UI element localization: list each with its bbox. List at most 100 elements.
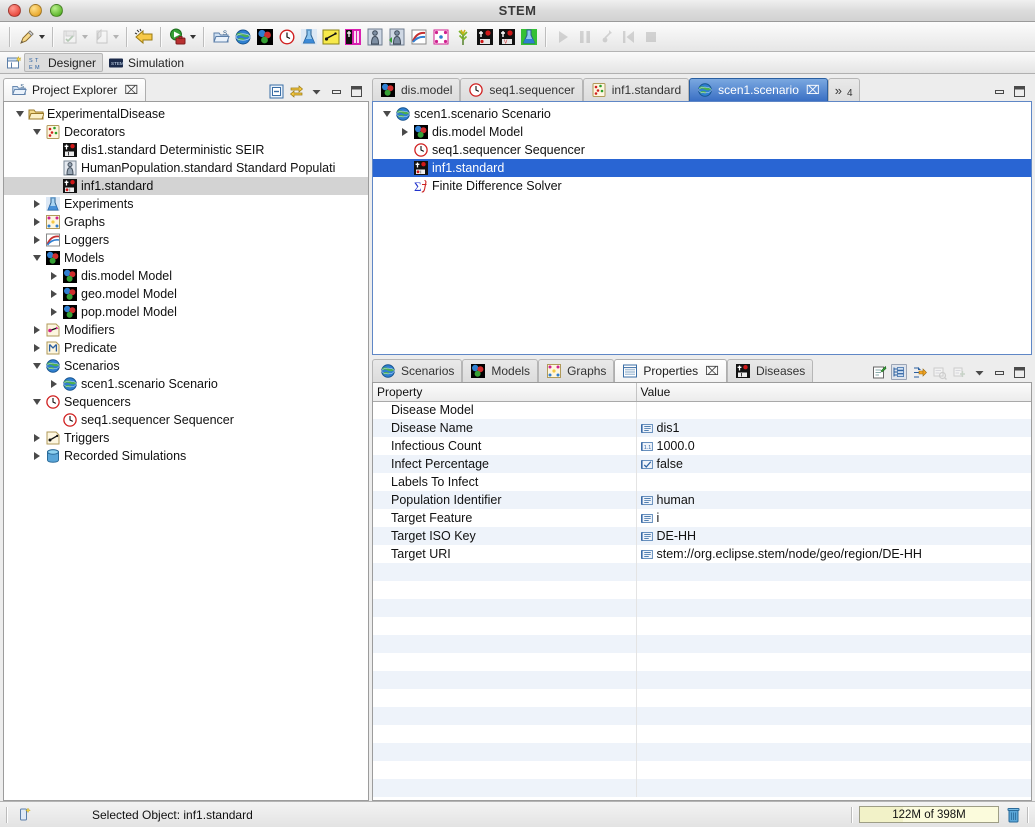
collapsed-twisty-icon[interactable]	[48, 303, 59, 321]
play-icon[interactable]	[552, 26, 574, 48]
pin-icon[interactable]	[951, 364, 967, 380]
table-row[interactable]: Infect Percentage false	[373, 455, 1031, 473]
collapsed-twisty-icon[interactable]	[399, 123, 410, 141]
editor-tab[interactable]: inf1.standard	[582, 78, 690, 101]
tree-item[interactable]: Σ Finite Difference Solver	[373, 177, 1031, 195]
trash-icon[interactable]	[1005, 807, 1021, 823]
clock-icon[interactable]	[276, 26, 298, 48]
population-icon[interactable]	[364, 26, 386, 48]
infector-icon[interactable]	[474, 26, 496, 48]
tab-project-explorer[interactable]: S Project Explorer ⌧	[3, 78, 147, 101]
tree-item[interactable]: Graphs	[4, 213, 368, 231]
tree-item[interactable]: pop.model Model	[4, 303, 368, 321]
chevron-down-icon[interactable]	[39, 34, 45, 39]
tree-item[interactable]: dis.model Model	[4, 267, 368, 285]
tree-item[interactable]: scen1.scenario Scenario	[373, 105, 1031, 123]
project-explorer-tree[interactable]: ExperimentalDisease Decorators dis1.standa…	[4, 102, 368, 465]
perspective-designer[interactable]: S T E M Designer	[24, 53, 104, 72]
analysis-icon[interactable]	[518, 26, 540, 48]
tree-item[interactable]: Recorded Simulations	[4, 447, 368, 465]
property-value-cell[interactable]: 1.1 1000.0	[636, 437, 1031, 455]
pencil-icon[interactable]	[16, 26, 38, 48]
collapsed-twisty-icon[interactable]	[31, 195, 42, 213]
disease-icon[interactable]	[342, 26, 364, 48]
property-value-cell[interactable]: stem://org.eclipse.stem/node/geo/region/…	[636, 545, 1031, 563]
close-icon[interactable]: ⌧	[806, 83, 820, 97]
expanded-twisty-icon[interactable]	[31, 393, 42, 411]
collapsed-twisty-icon[interactable]	[31, 321, 42, 339]
tree-item[interactable]: ExperimentalDisease	[4, 105, 368, 123]
tree-item[interactable]: HumanPopulation.standard Standard Popula…	[4, 159, 368, 177]
property-value-cell[interactable]: dis1	[636, 419, 1031, 437]
minimize-icon[interactable]	[328, 83, 344, 99]
categories-icon[interactable]	[891, 364, 907, 380]
properties-tab[interactable]: Scenarios	[372, 359, 463, 382]
population-init-icon[interactable]	[386, 26, 408, 48]
table-row[interactable]: Disease Model	[373, 401, 1031, 419]
advanced-icon[interactable]	[911, 364, 927, 380]
globe-icon[interactable]	[232, 26, 254, 48]
expanded-twisty-icon[interactable]	[31, 123, 42, 141]
expanded-twisty-icon[interactable]	[381, 105, 392, 123]
table-row[interactable]: Infectious Count 1.1 1000.0	[373, 437, 1031, 455]
tree-item[interactable]: Decorators	[4, 123, 368, 141]
tree-item[interactable]: dis.model Model	[373, 123, 1031, 141]
flask-icon[interactable]	[298, 26, 320, 48]
column-header-property[interactable]: Property	[373, 383, 637, 402]
close-icon[interactable]: ⌧	[705, 364, 719, 378]
property-value-cell[interactable]: false	[636, 455, 1031, 473]
collapsed-twisty-icon[interactable]	[48, 267, 59, 285]
properties-tab[interactable]: Graphs	[538, 359, 615, 382]
link-editor-icon[interactable]	[288, 83, 304, 99]
expanded-twisty-icon[interactable]	[31, 357, 42, 375]
minimize-icon[interactable]	[991, 83, 1007, 99]
vaccine-icon[interactable]: V	[496, 26, 518, 48]
pause-icon[interactable]	[574, 26, 596, 48]
editor-overflow-button[interactable]: » 4	[827, 78, 860, 101]
trigger-icon[interactable]	[320, 26, 342, 48]
graph-icon[interactable]	[430, 26, 452, 48]
collapse-all-icon[interactable]	[268, 83, 284, 99]
collapsed-twisty-icon[interactable]	[48, 375, 59, 393]
table-row[interactable]: Population Identifier human	[373, 491, 1031, 509]
tree-item[interactable]: dis1.standard Deterministic SEIR	[4, 141, 368, 159]
collapsed-twisty-icon[interactable]	[31, 339, 42, 357]
collapsed-twisty-icon[interactable]	[31, 231, 42, 249]
tree-item[interactable]: Triggers	[4, 429, 368, 447]
scenario-tree[interactable]: scen1.scenario Scenario dis.model Model se…	[373, 102, 1031, 195]
project-icon[interactable]: S	[210, 26, 232, 48]
reset-icon[interactable]	[618, 26, 640, 48]
tree-item[interactable]: Loggers	[4, 231, 368, 249]
chevron-down-icon[interactable]	[113, 34, 119, 39]
property-value-cell[interactable]: DE-HH	[636, 527, 1031, 545]
restore-icon[interactable]	[931, 364, 947, 380]
tree-item[interactable]: seq1.sequencer Sequencer	[4, 411, 368, 429]
new-sheet-icon[interactable]	[871, 364, 887, 380]
import-icon[interactable]	[90, 26, 112, 48]
minimize-icon[interactable]	[991, 364, 1007, 380]
stop-icon[interactable]	[640, 26, 662, 48]
collapsed-twisty-icon[interactable]	[31, 213, 42, 231]
editor-tab[interactable]: seq1.sequencer	[460, 78, 583, 101]
property-value-cell[interactable]: human	[636, 491, 1031, 509]
tree-item[interactable]: Models	[4, 249, 368, 267]
chevron-down-icon[interactable]	[971, 364, 987, 380]
tree-item[interactable]: Modifiers	[4, 321, 368, 339]
new-perspective-icon[interactable]	[6, 55, 22, 71]
table-row[interactable]: Labels To Infect	[373, 473, 1031, 491]
table-row[interactable]: Target Feature i	[373, 509, 1031, 527]
chevron-down-icon[interactable]	[308, 83, 324, 99]
model-icon[interactable]	[254, 26, 276, 48]
perspective-simulation[interactable]: STEM Simulation	[105, 53, 190, 72]
editor-tab[interactable]: dis.model	[372, 78, 461, 101]
step-icon[interactable]	[596, 26, 618, 48]
tree-item[interactable]: seq1.sequencer Sequencer	[373, 141, 1031, 159]
table-row[interactable]: Target URI stem://org.eclipse.stem/node/g…	[373, 545, 1031, 563]
column-header-value[interactable]: Value	[636, 383, 1031, 402]
tree-item[interactable]: geo.model Model	[4, 285, 368, 303]
table-row[interactable]: Target ISO Key DE-HH	[373, 527, 1031, 545]
run-icon[interactable]	[167, 26, 189, 48]
tree-item[interactable]: Scenarios	[4, 357, 368, 375]
wheat-icon[interactable]	[452, 26, 474, 48]
logger-icon[interactable]	[408, 26, 430, 48]
